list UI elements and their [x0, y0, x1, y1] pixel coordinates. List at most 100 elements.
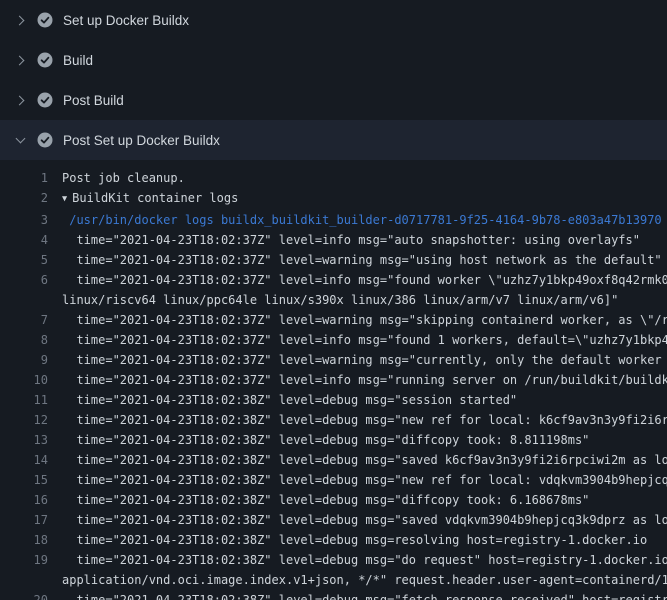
- log-text: time="2021-04-23T18:02:37Z" level=info m…: [62, 370, 667, 390]
- sections: Set up Docker Buildx Build Post Build: [0, 0, 667, 160]
- log-text: time="2021-04-23T18:02:38Z" level=debug …: [62, 590, 667, 600]
- check-circle-icon: [37, 12, 53, 28]
- log-line-number[interactable]: 11: [0, 390, 56, 410]
- log-line-number[interactable]: 4: [0, 230, 56, 250]
- log-text: time="2021-04-23T18:02:38Z" level=debug …: [62, 510, 667, 530]
- log-line-text: time="2021-04-23T18:02:38Z" level=debug …: [56, 410, 667, 430]
- check-circle-icon: [37, 92, 53, 108]
- log-text: time="2021-04-23T18:02:37Z" level=info m…: [62, 330, 667, 350]
- log-line: 18 time="2021-04-23T18:02:38Z" level=deb…: [0, 530, 667, 550]
- log-line: 4 time="2021-04-23T18:02:37Z" level=info…: [0, 230, 667, 250]
- log-line: 12 time="2021-04-23T18:02:38Z" level=deb…: [0, 410, 667, 430]
- log-line: 2 ▼BuildKit container logs: [0, 188, 667, 210]
- log-line-number[interactable]: 5: [0, 250, 56, 270]
- log-line-text: time="2021-04-23T18:02:38Z" level=debug …: [56, 590, 667, 600]
- log-line-text: time="2021-04-23T18:02:38Z" level=debug …: [56, 530, 667, 550]
- log-line-number[interactable]: 6: [0, 270, 56, 290]
- group-toggle-icon[interactable]: ▼: [62, 189, 67, 209]
- log-line-text: time="2021-04-23T18:02:38Z" level=debug …: [56, 490, 667, 510]
- log-line-number[interactable]: 2: [0, 188, 56, 208]
- log-text: time="2021-04-23T18:02:38Z" level=debug …: [62, 490, 667, 510]
- log-line-text: time="2021-04-23T18:02:38Z" level=debug …: [56, 430, 667, 450]
- log-line-text: time="2021-04-23T18:02:37Z" level=warnin…: [56, 350, 667, 370]
- log-line-continuation: linux/riscv64 linux/ppc64le linux/s390x …: [62, 290, 667, 310]
- log-line: 15 time="2021-04-23T18:02:38Z" level=deb…: [0, 470, 667, 490]
- section-label: Build: [63, 53, 93, 68]
- log-line-text: time="2021-04-23T18:02:37Z" level=warnin…: [56, 310, 667, 330]
- section-header-3[interactable]: Post Set up Docker Buildx: [0, 120, 667, 160]
- log-text: time="2021-04-23T18:02:37Z" level=warnin…: [62, 250, 667, 270]
- section-header-1[interactable]: Build: [0, 40, 667, 80]
- chevron-icon: [12, 92, 28, 108]
- chevron-icon: [12, 132, 28, 148]
- log-line: 13 time="2021-04-23T18:02:38Z" level=deb…: [0, 430, 667, 450]
- log-line: 19 time="2021-04-23T18:02:38Z" level=deb…: [0, 550, 667, 590]
- log-line-text: time="2021-04-23T18:02:37Z" level=info m…: [56, 330, 667, 350]
- log-line-number[interactable]: 14: [0, 450, 56, 470]
- log-line-text: time="2021-04-23T18:02:38Z" level=debug …: [56, 470, 667, 490]
- log-line-text: /usr/bin/docker logs buildx_buildkit_bui…: [56, 210, 667, 230]
- workflow-log-viewer: Set up Docker Buildx Build Post Build: [0, 0, 667, 600]
- log-line: 20 time="2021-04-23T18:02:38Z" level=deb…: [0, 590, 667, 600]
- log-line-text: time="2021-04-23T18:02:38Z" level=debug …: [56, 450, 667, 470]
- log-line-number[interactable]: 1: [0, 168, 56, 188]
- log-line-text: time="2021-04-23T18:02:37Z" level=warnin…: [56, 250, 667, 270]
- section-header-0[interactable]: Set up Docker Buildx: [0, 0, 667, 40]
- log-text: time="2021-04-23T18:02:37Z" level=info m…: [62, 270, 667, 290]
- log-line-number[interactable]: 12: [0, 410, 56, 430]
- log-line: 7 time="2021-04-23T18:02:37Z" level=warn…: [0, 310, 667, 330]
- log-line: 17 time="2021-04-23T18:02:38Z" level=deb…: [0, 510, 667, 530]
- log-text: time="2021-04-23T18:02:37Z" level=warnin…: [62, 310, 667, 330]
- log-line: 16 time="2021-04-23T18:02:38Z" level=deb…: [0, 490, 667, 510]
- log-line-text: time="2021-04-23T18:02:38Z" level=debug …: [56, 510, 667, 530]
- section-label: Post Build: [63, 93, 124, 108]
- log-line-text: ▼BuildKit container logs: [56, 188, 667, 210]
- check-circle-icon: [37, 132, 53, 148]
- log-text: Post job cleanup.: [62, 168, 667, 188]
- section-header-2[interactable]: Post Build: [0, 80, 667, 120]
- log-line: 9 time="2021-04-23T18:02:37Z" level=warn…: [0, 350, 667, 370]
- group-line[interactable]: ▼BuildKit container logs: [62, 188, 667, 210]
- log-text: time="2021-04-23T18:02:38Z" level=debug …: [62, 530, 667, 550]
- log-line-number[interactable]: 16: [0, 490, 56, 510]
- log-line-number[interactable]: 9: [0, 350, 56, 370]
- log-line-continuation: application/vnd.oci.image.index.v1+json,…: [62, 570, 667, 590]
- log-line: 11 time="2021-04-23T18:02:38Z" level=deb…: [0, 390, 667, 410]
- log-text: time="2021-04-23T18:02:38Z" level=debug …: [62, 390, 667, 410]
- log-text: time="2021-04-23T18:02:38Z" level=debug …: [62, 430, 667, 450]
- log-text: time="2021-04-23T18:02:38Z" level=debug …: [62, 450, 667, 470]
- check-circle-icon: [37, 52, 53, 68]
- log-line: 14 time="2021-04-23T18:02:38Z" level=deb…: [0, 450, 667, 470]
- log-lines: 1 Post job cleanup. 2 ▼BuildKit containe…: [0, 168, 667, 600]
- log-line: 10 time="2021-04-23T18:02:37Z" level=inf…: [0, 370, 667, 390]
- log-text: time="2021-04-23T18:02:38Z" level=debug …: [62, 470, 667, 490]
- log-container: 1 Post job cleanup. 2 ▼BuildKit containe…: [0, 160, 667, 600]
- log-text: time="2021-04-23T18:02:37Z" level=warnin…: [62, 350, 667, 370]
- chevron-icon: [12, 12, 28, 28]
- log-line-number[interactable]: 17: [0, 510, 56, 530]
- log-line: 5 time="2021-04-23T18:02:37Z" level=warn…: [0, 250, 667, 270]
- log-line-number[interactable]: 3: [0, 210, 56, 230]
- log-line-text: time="2021-04-23T18:02:37Z" level=info m…: [56, 230, 667, 250]
- log-line-text: time="2021-04-23T18:02:38Z" level=debug …: [56, 550, 667, 590]
- log-line: 1 Post job cleanup.: [0, 168, 667, 188]
- log-text: time="2021-04-23T18:02:37Z" level=info m…: [62, 230, 667, 250]
- log-line-number[interactable]: 18: [0, 530, 56, 550]
- log-line-number[interactable]: 13: [0, 430, 56, 450]
- log-text: time="2021-04-23T18:02:38Z" level=debug …: [62, 550, 667, 570]
- command-line[interactable]: /usr/bin/docker logs buildx_buildkit_bui…: [62, 210, 667, 230]
- log-line-text: time="2021-04-23T18:02:37Z" level=info m…: [56, 370, 667, 390]
- chevron-icon: [12, 52, 28, 68]
- log-line: 8 time="2021-04-23T18:02:37Z" level=info…: [0, 330, 667, 350]
- log-line-number[interactable]: 20: [0, 590, 56, 600]
- log-line: 3 /usr/bin/docker logs buildx_buildkit_b…: [0, 210, 667, 230]
- log-line-text: time="2021-04-23T18:02:38Z" level=debug …: [56, 390, 667, 410]
- log-line-number[interactable]: 19: [0, 550, 56, 570]
- section-label: Post Set up Docker Buildx: [63, 133, 220, 148]
- log-line-number[interactable]: 15: [0, 470, 56, 490]
- log-line-text: Post job cleanup.: [56, 168, 667, 188]
- log-line-number[interactable]: 7: [0, 310, 56, 330]
- log-line-number[interactable]: 10: [0, 370, 56, 390]
- log-line: 6 time="2021-04-23T18:02:37Z" level=info…: [0, 270, 667, 310]
- log-line-number[interactable]: 8: [0, 330, 56, 350]
